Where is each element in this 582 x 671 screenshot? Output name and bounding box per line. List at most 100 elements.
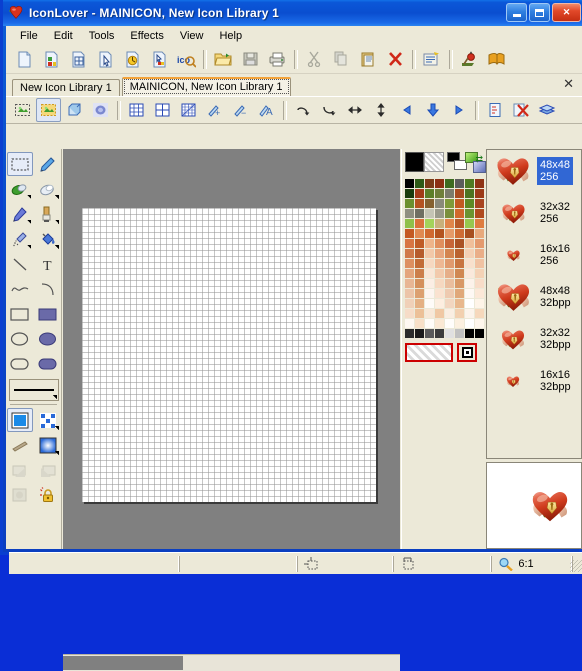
color-swatch[interactable] — [415, 209, 424, 218]
foreground-color-swatch[interactable] — [405, 152, 425, 172]
tab-new-icon-library-1[interactable]: New Icon Library 1 — [12, 79, 120, 96]
rectangle-outline-tool[interactable] — [7, 302, 33, 326]
rounded-rect-filled-tool[interactable] — [35, 352, 61, 376]
color-swatch[interactable] — [455, 319, 464, 328]
canvas-horizontal-scrollbar[interactable] — [63, 654, 400, 671]
color-swatch[interactable] — [465, 239, 474, 248]
color-swatch[interactable] — [455, 239, 464, 248]
new-icon-library-button[interactable] — [38, 47, 64, 72]
fill-style-solid-tool[interactable] — [6, 408, 33, 432]
menu-file[interactable]: File — [12, 28, 46, 44]
color-swatch[interactable] — [465, 289, 474, 298]
curve-tool[interactable] — [7, 277, 33, 301]
color-swatch[interactable] — [435, 309, 444, 318]
pencil-tool[interactable] — [35, 152, 61, 176]
color-swatch[interactable] — [435, 319, 444, 328]
icon-list-item[interactable]: 16x16 32bpp — [487, 360, 581, 402]
color-swatch[interactable] — [415, 309, 424, 318]
marker-tool[interactable] — [7, 202, 33, 226]
color-swatch[interactable] — [415, 229, 424, 238]
gradient-colors-swatch[interactable]: ⇄ — [464, 152, 486, 174]
color-swatch[interactable] — [425, 189, 434, 198]
color-swatch[interactable] — [475, 329, 484, 338]
foreground-background-swatch[interactable] — [446, 152, 467, 173]
rotate-left-button[interactable] — [290, 98, 315, 122]
color-swatch[interactable] — [465, 279, 474, 288]
color-swatch[interactable] — [455, 269, 464, 278]
swap-colors-arrow-icon[interactable]: ⇄ — [475, 154, 483, 165]
color-swatch[interactable] — [455, 199, 464, 208]
color-swatch[interactable] — [405, 329, 414, 338]
color-swatch[interactable] — [405, 199, 414, 208]
color-swatch[interactable] — [415, 259, 424, 268]
color-swatch[interactable] — [455, 229, 464, 238]
color-swatch[interactable] — [435, 299, 444, 308]
icon-list-item[interactable]: 16x16 256 — [487, 234, 581, 276]
ellipse-filled-tool[interactable] — [35, 327, 61, 351]
color-swatch[interactable] — [415, 239, 424, 248]
icon-list-item[interactable]: 32x32 32bpp — [487, 318, 581, 360]
color-swatch[interactable] — [405, 279, 414, 288]
color-swatch[interactable] — [425, 269, 434, 278]
color-swatch[interactable] — [405, 319, 414, 328]
color-swatch[interactable] — [425, 279, 434, 288]
rectangle-filled-tool[interactable] — [35, 302, 61, 326]
line-width-selector[interactable] — [8, 379, 59, 401]
color-swatch[interactable] — [445, 179, 454, 188]
emboss-tool[interactable] — [7, 483, 33, 507]
menu-view[interactable]: View — [172, 28, 212, 44]
zoom-level-panel[interactable]: 6:1 — [491, 555, 572, 572]
new-animated-cursor-button[interactable] — [119, 47, 145, 72]
paint-bucket-tool[interactable] — [35, 227, 61, 251]
color-swatch[interactable] — [435, 289, 444, 298]
help-book-button[interactable] — [483, 47, 509, 72]
extract-icons-button[interactable]: ico — [173, 47, 199, 72]
close-tab-icon[interactable]: ✕ — [563, 77, 574, 90]
color-swatch[interactable] — [435, 279, 444, 288]
color-swatch[interactable] — [445, 259, 454, 268]
lock-transparency-tool[interactable] — [35, 483, 61, 507]
fill-style-pattern-tool[interactable] — [35, 408, 61, 432]
color-swatch[interactable] — [465, 179, 474, 188]
color-swatch[interactable] — [435, 249, 444, 258]
close-button[interactable]: ✕ — [552, 3, 581, 22]
save-file-button[interactable] — [237, 47, 263, 72]
color-swatch[interactable] — [455, 289, 464, 298]
color-swatch-grid[interactable] — [405, 179, 484, 338]
color-swatch[interactable] — [465, 319, 474, 328]
properties-button[interactable] — [419, 47, 445, 72]
rotate-right-button[interactable] — [316, 98, 341, 122]
color-swatch[interactable] — [425, 329, 434, 338]
color-swatch[interactable] — [425, 299, 434, 308]
color-swatch[interactable] — [455, 329, 464, 338]
scrollbar-thumb[interactable] — [63, 656, 183, 670]
color-swatch[interactable] — [415, 219, 424, 228]
color-swatch[interactable] — [405, 299, 414, 308]
color-swatch[interactable] — [475, 309, 484, 318]
color-swatch[interactable] — [425, 209, 434, 218]
tab-mainicon-new-icon-library-1[interactable]: MAINICON, New Icon Library 1 — [121, 77, 291, 96]
color-swatch[interactable] — [425, 319, 434, 328]
color-swatch[interactable] — [445, 269, 454, 278]
copy-button[interactable] — [328, 47, 354, 72]
color-swatch[interactable] — [475, 219, 484, 228]
color-swatch[interactable] — [445, 249, 454, 258]
layers-button[interactable] — [534, 98, 559, 122]
color-swatch[interactable] — [465, 299, 474, 308]
color-swatch[interactable] — [445, 299, 454, 308]
menu-effects[interactable]: Effects — [122, 28, 171, 44]
color-swatch[interactable] — [445, 289, 454, 298]
color-swatch[interactable] — [475, 189, 484, 198]
delete-image-button[interactable] — [508, 98, 533, 122]
new-cursor-button[interactable] — [92, 47, 118, 72]
shift-right-button[interactable] — [446, 98, 471, 122]
icon-image-list[interactable]: 48x48 256 32x32 256 16x16 256 48x48 32bp… — [486, 149, 582, 459]
import-image-button[interactable] — [146, 47, 172, 72]
delete-button[interactable] — [382, 47, 408, 72]
gradient-radial-tool[interactable] — [35, 433, 61, 457]
color-swatch[interactable] — [405, 209, 414, 218]
color-swatch[interactable] — [425, 229, 434, 238]
color-swatch[interactable] — [405, 249, 414, 258]
color-swatch[interactable] — [405, 239, 414, 248]
color-swatch[interactable] — [465, 229, 474, 238]
